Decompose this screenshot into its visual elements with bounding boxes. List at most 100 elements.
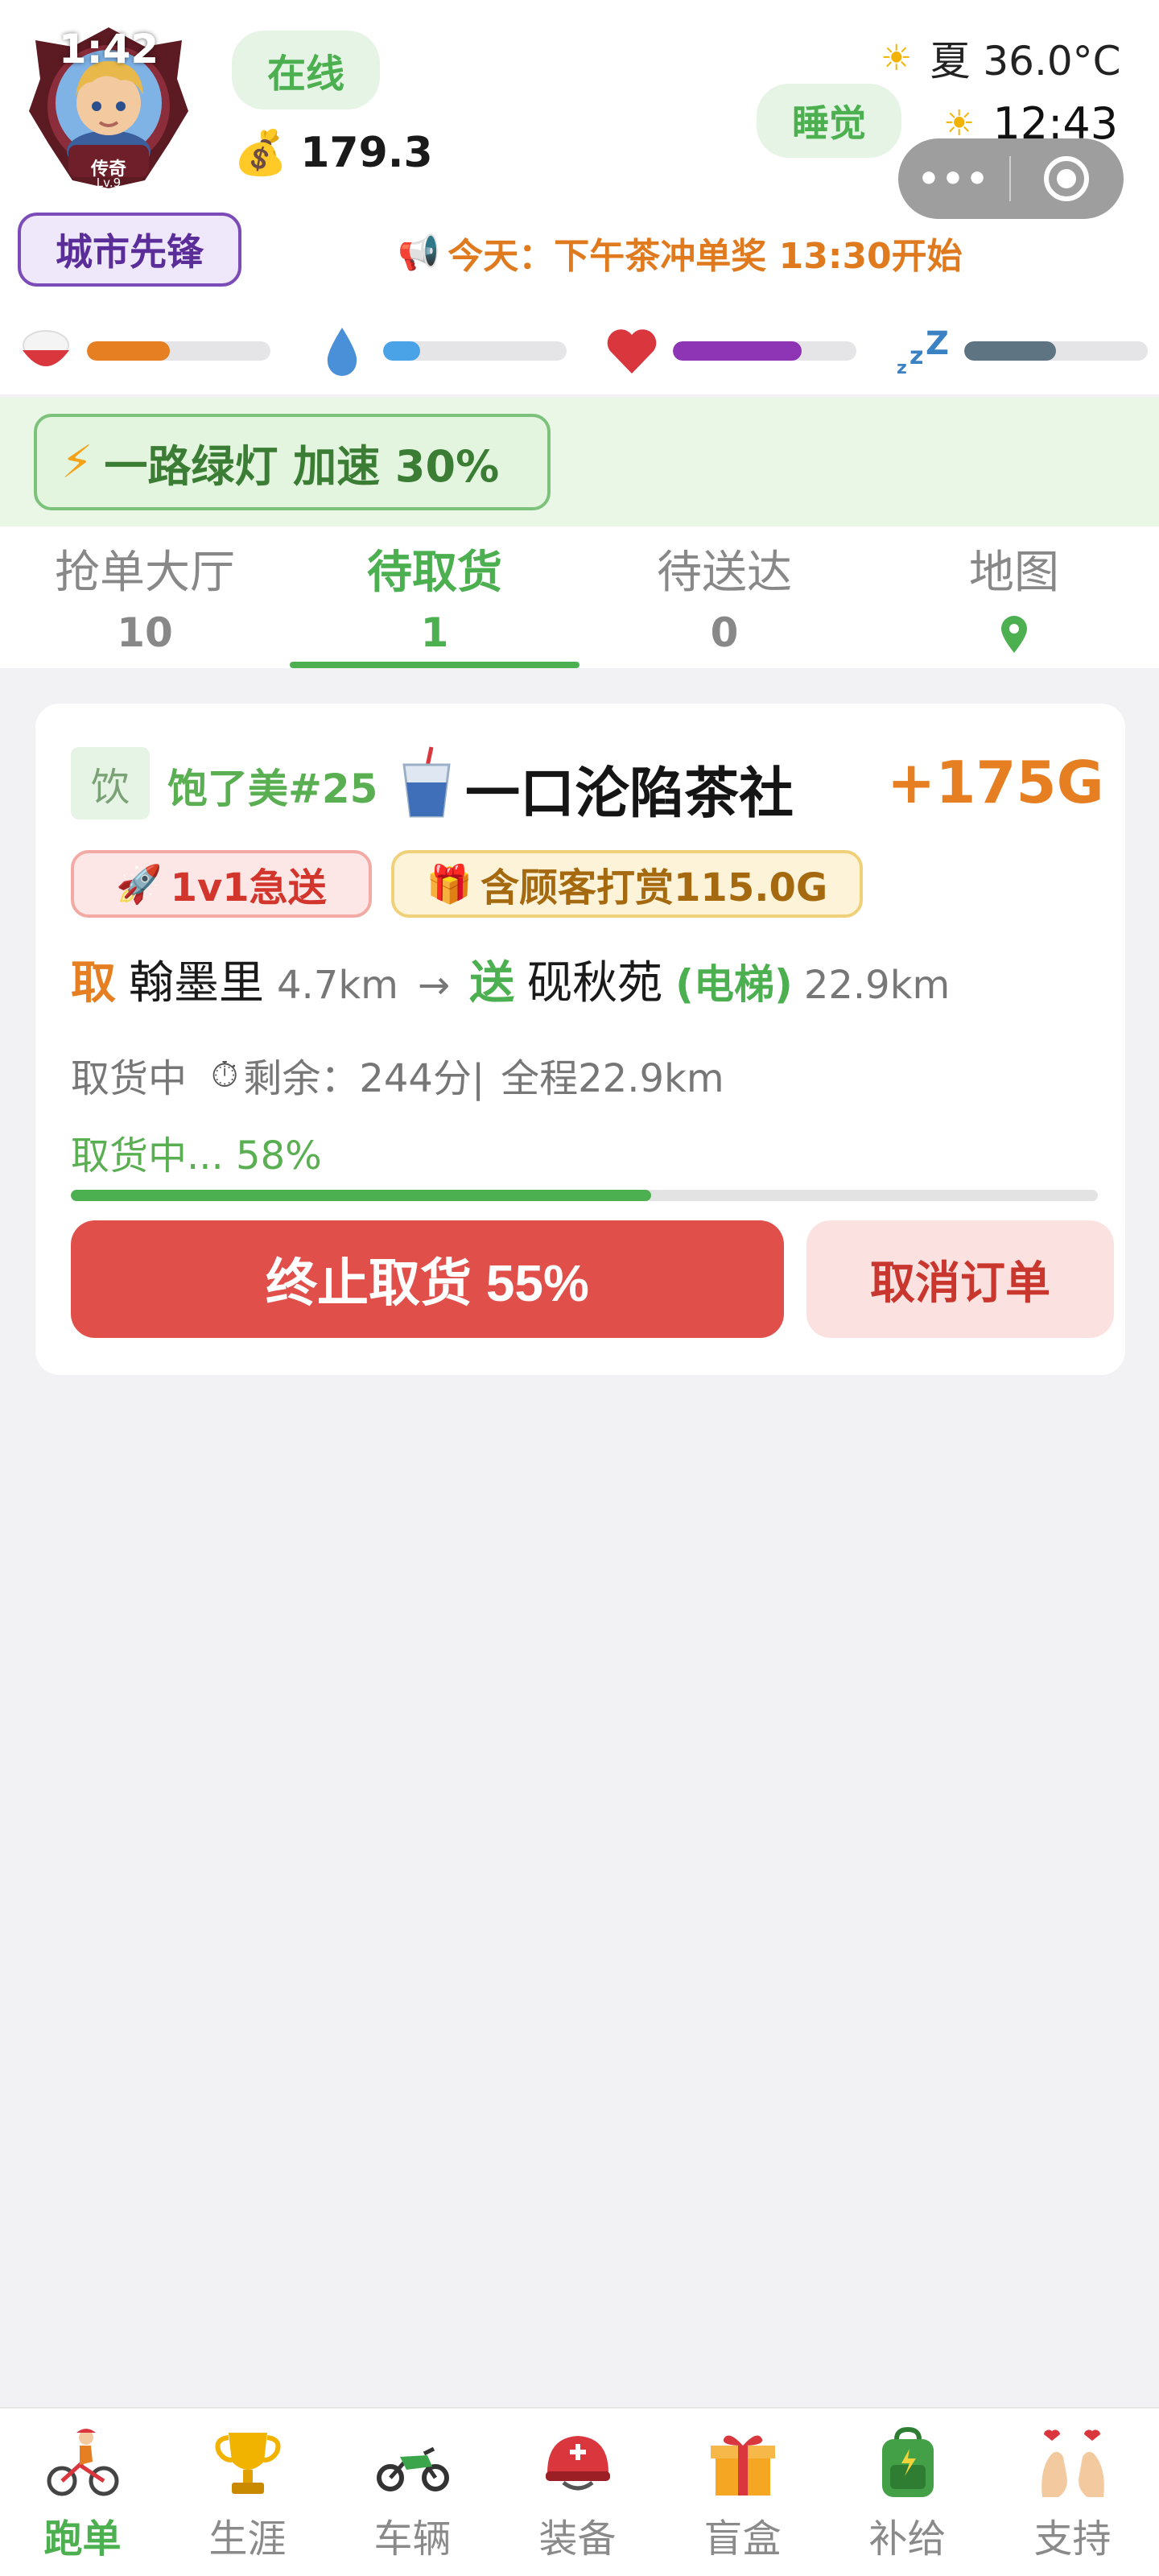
cancel-order-button[interactable]: 取消订单: [806, 1220, 1114, 1338]
dropoff-distance: 22.9km: [803, 963, 951, 1008]
nav-career[interactable]: 生涯: [165, 2409, 330, 2576]
trophy-icon: [215, 2433, 280, 2494]
stopwatch-icon: ⏱: [211, 1054, 239, 1096]
pickup-progress-fill: [71, 1190, 651, 1201]
svg-text:z: z: [909, 342, 923, 370]
pickup-label: 取: [71, 957, 116, 1009]
lightning-icon: ⚡: [61, 436, 93, 489]
target-circle-icon: [1044, 156, 1089, 201]
total-distance: 全程22.9km: [501, 1056, 724, 1101]
tab-map[interactable]: 地图: [869, 526, 1159, 668]
water-bar-fill: [383, 341, 420, 361]
shop-name: 一口沦陷茶社: [465, 762, 794, 826]
player-avatar[interactable]: 1:42 传奇 Lv.9: [24, 23, 193, 192]
drink-cup-icon: [402, 746, 451, 818]
category-badge: 饮: [71, 747, 150, 819]
pickup-place: 翰墨里: [129, 957, 264, 1009]
tab-count: 10: [117, 609, 173, 656]
route-arrow: →: [417, 963, 451, 1008]
gift-box-icon: [710, 2435, 775, 2496]
nav-label: 装备: [538, 2516, 617, 2562]
delivery-route: 取 翰墨里 4.7km → 送 砚秋苑 (电梯) 22.9km: [71, 947, 950, 1012]
gift-icon: 🎁: [426, 861, 473, 906]
money-bag-icon: 💰: [233, 127, 288, 178]
rush-delivery-tag: 🚀 1v1急送: [71, 850, 372, 918]
order-status: 取货中: [71, 1056, 188, 1101]
tab-label: 抢单大厅: [55, 547, 235, 599]
rocket-icon: 🚀: [116, 861, 163, 906]
nav-label: 补给: [868, 2516, 947, 2562]
miniprogram-capsule: •••: [898, 138, 1124, 219]
nav-label: 跑单: [43, 2516, 122, 2562]
active-buff-badge[interactable]: ⚡ 一路绿灯 加速 30%: [34, 414, 551, 510]
weather-text: 夏 36.0°C: [930, 38, 1121, 85]
sleep-bar-fill: [964, 341, 1056, 361]
tab-to-pickup[interactable]: 待取货 1: [290, 526, 580, 668]
nav-support[interactable]: 支持: [990, 2409, 1155, 2576]
helmet-icon: [545, 2436, 610, 2491]
nav-blind-box[interactable]: 盲盒: [660, 2409, 825, 2576]
pickup-progress-label: 取货中... 58%: [71, 1133, 322, 1179]
rice-bowl-icon: [18, 323, 74, 379]
tag-text: 含顾客打赏115.0G: [481, 865, 828, 910]
buff-text: 一路绿灯 加速 30%: [104, 440, 500, 492]
online-toggle-button[interactable]: 在线: [232, 31, 380, 109]
water-drop-icon: [314, 323, 370, 379]
stat-water: [314, 319, 567, 383]
order-reward: +175G: [887, 749, 1104, 816]
announcement-banner[interactable]: 📢 今天：下午茶冲单奖 13:30开始: [398, 227, 963, 279]
player-title-badge[interactable]: 城市先锋: [18, 213, 241, 287]
avatar-time: 1:42: [58, 26, 159, 72]
tab-order-hall[interactable]: 抢单大厅 10: [0, 526, 290, 668]
nav-label: 车辆: [373, 2516, 452, 2562]
announcement-text: 今天：下午茶冲单奖 13:30开始: [448, 236, 963, 277]
dropoff-place: 砚秋苑: [527, 957, 663, 1009]
nav-vehicle[interactable]: 车辆: [330, 2409, 495, 2576]
nav-label: 盲盒: [703, 2516, 782, 2562]
backpack-icon: [881, 2426, 934, 2497]
sun-icon: ☀: [881, 37, 913, 79]
tab-label: 待取货: [367, 547, 502, 599]
nav-label: 生涯: [208, 2516, 287, 2562]
order-tabs: 抢单大厅 10 待取货 1 待送达 0 地图: [0, 526, 1159, 668]
active-tab-indicator: [290, 662, 580, 668]
nav-supply[interactable]: 补给: [825, 2409, 990, 2576]
stat-food: [18, 319, 270, 383]
food-bar-fill: [87, 341, 170, 361]
map-pin-icon: [1001, 616, 1027, 653]
nav-run-orders[interactable]: 跑单: [0, 2409, 165, 2576]
health-bar-fill: [673, 341, 802, 361]
stat-sleep: zzZ: [895, 319, 1148, 383]
pickup-distance: 4.7km: [277, 963, 398, 1008]
order-status-line: 取货中 ⏱ 剩余：244分| 全程22.9km: [71, 1046, 724, 1103]
finger-heart-icon: [1041, 2429, 1104, 2497]
tab-count: 1: [420, 609, 449, 656]
svg-text:Z: Z: [926, 327, 949, 362]
status-bars: zzZ: [0, 319, 1159, 383]
weather-readout: ☀ 夏 36.0°C: [881, 29, 1121, 87]
buff-strip: ⚡ 一路绿灯 加速 30%: [0, 398, 1159, 526]
tab-label: 地图: [969, 547, 1059, 599]
order-card[interactable]: 饮 饱了美#25 一口沦陷茶社 +175G 🚀 1v1急送 🎁 含顾客打赏115…: [35, 704, 1125, 1375]
nav-label: 支持: [1033, 2516, 1112, 2562]
tab-to-deliver[interactable]: 待送达 0: [580, 526, 869, 668]
svg-text:z: z: [897, 358, 907, 375]
more-options-icon[interactable]: •••: [898, 159, 1009, 200]
avatar-level: Lv.9: [96, 175, 122, 190]
shop-code: 饱了美#25: [167, 766, 378, 812]
tag-text: 1v1急送: [170, 865, 327, 910]
nav-equipment[interactable]: 装备: [495, 2409, 660, 2576]
dropoff-note: (电梯): [675, 961, 793, 1008]
money-value: 179.3: [300, 129, 433, 177]
sleep-button[interactable]: 睡觉: [757, 84, 901, 158]
tab-count: 0: [710, 609, 739, 656]
dropoff-label: 送: [469, 957, 515, 1009]
motorcycle-icon: [376, 2446, 449, 2491]
stop-pickup-button[interactable]: 终止取货 55%: [71, 1220, 784, 1338]
zzz-icon: zzZ: [895, 323, 951, 379]
money-balance: 💰 179.3: [233, 127, 433, 179]
tip-tag: 🎁 含顾客打赏115.0G: [391, 850, 863, 918]
close-miniprogram-button[interactable]: [1011, 156, 1122, 201]
status-header: 1:42 传奇 Lv.9 在线 💰 179.3 睡觉 ☀ 夏 36.0°C ☀ …: [0, 0, 1159, 394]
heart-icon: [604, 323, 660, 379]
